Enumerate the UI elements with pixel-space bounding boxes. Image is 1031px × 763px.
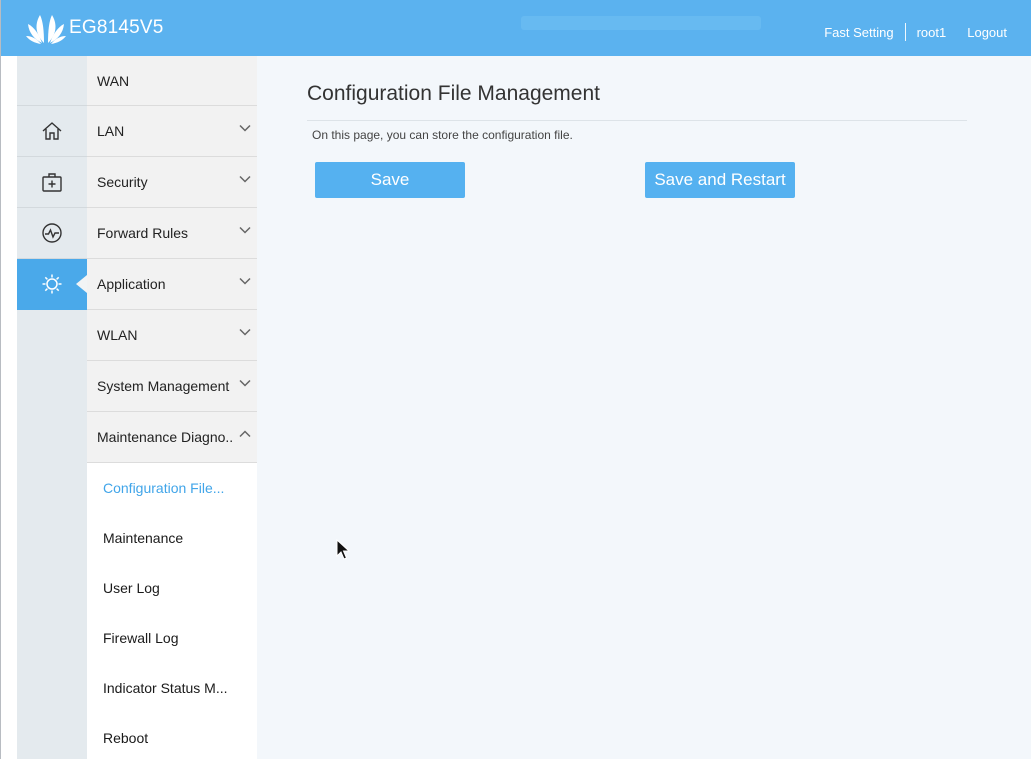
- menu-item-label: System Management: [97, 378, 230, 394]
- device-model: EG8145V5: [69, 17, 164, 38]
- diagnose-nav-button[interactable]: [17, 157, 87, 208]
- submenu-item-indicator-status[interactable]: Indicator Status M...: [87, 663, 257, 713]
- page-title: Configuration File Management: [307, 82, 600, 105]
- logout-link[interactable]: Logout: [967, 25, 1007, 40]
- menu-item-label: Application: [97, 276, 166, 292]
- home-icon: [42, 122, 62, 140]
- submenu-item-label: Reboot: [103, 730, 149, 746]
- page-description: On this page, you can store the configur…: [312, 128, 573, 142]
- chevron-down-icon: [239, 328, 251, 336]
- menu-item-label: WLAN: [97, 327, 138, 343]
- menu-item-wlan[interactable]: WLAN: [87, 310, 257, 361]
- top-header: EG8145V5 Fast Setting root1 Logout: [1, 0, 1031, 56]
- submenu-item-user-log[interactable]: User Log: [87, 563, 257, 613]
- chevron-down-icon: [239, 379, 251, 387]
- chevron-down-icon: [239, 277, 251, 285]
- submenu-item-label: Maintenance: [103, 530, 184, 546]
- menu-item-lan[interactable]: LAN: [87, 106, 257, 157]
- save-and-restart-button[interactable]: Save and Restart: [645, 162, 795, 198]
- menu-item-label: LAN: [97, 123, 125, 139]
- header-separator: [904, 23, 906, 41]
- chevron-up-icon: [239, 430, 251, 438]
- menu-item-system-management[interactable]: System Management: [87, 361, 257, 412]
- settings-menu: WAN LAN Security Forward Rules Applicati…: [87, 56, 257, 763]
- gear-icon: [42, 274, 62, 294]
- username-link[interactable]: root1: [917, 25, 947, 40]
- mouse-cursor-icon: [336, 539, 350, 560]
- menu-item-label: Security: [97, 174, 148, 190]
- pulse-icon: [42, 223, 62, 243]
- home-nav-button[interactable]: [17, 106, 87, 157]
- save-button[interactable]: Save: [315, 162, 465, 198]
- submenu-item-reboot[interactable]: Reboot: [87, 713, 257, 763]
- menu-item-security[interactable]: Security: [87, 157, 257, 208]
- header-highlight: [521, 16, 761, 30]
- menu-item-maintenance-diagnosis[interactable]: Maintenance Diagno..: [87, 412, 257, 463]
- menu-item-application[interactable]: Application: [87, 259, 257, 310]
- chevron-down-icon: [239, 124, 251, 132]
- fast-setting-link[interactable]: Fast Setting: [824, 25, 893, 40]
- huawei-logo-icon: [26, 15, 66, 44]
- chevron-down-icon: [239, 175, 251, 183]
- icon-sidebar: [17, 56, 87, 759]
- chevron-down-icon: [239, 226, 251, 234]
- submenu-item-label: Configuration File...: [103, 480, 225, 496]
- menu-item-label: Maintenance Diagno..: [97, 429, 234, 445]
- submenu-item-label: Firewall Log: [103, 630, 179, 646]
- menu-item-label: WAN: [97, 72, 130, 89]
- status-nav-button[interactable]: [17, 208, 87, 259]
- submenu-item-label: Indicator Status M...: [103, 680, 228, 696]
- menu-item-wan[interactable]: WAN: [87, 56, 257, 106]
- menu-item-label: Forward Rules: [97, 225, 189, 241]
- browser-frame: EG8145V5 Fast Setting root1 Logout WAN L…: [0, 0, 1031, 763]
- submenu-item-label: User Log: [103, 580, 160, 596]
- submenu-item-maintenance[interactable]: Maintenance: [87, 513, 257, 563]
- submenu-item-firewall-log[interactable]: Firewall Log: [87, 613, 257, 663]
- main-content: Configuration File Management On this pa…: [257, 56, 1031, 759]
- submenu-item-configuration-file[interactable]: Configuration File...: [87, 463, 257, 513]
- header-links: Fast Setting root1 Logout: [824, 23, 1007, 41]
- menu-item-forward-rules[interactable]: Forward Rules: [87, 208, 257, 259]
- settings-nav-button[interactable]: [17, 259, 87, 310]
- title-divider: [307, 120, 967, 121]
- medical-kit-icon: [42, 173, 62, 192]
